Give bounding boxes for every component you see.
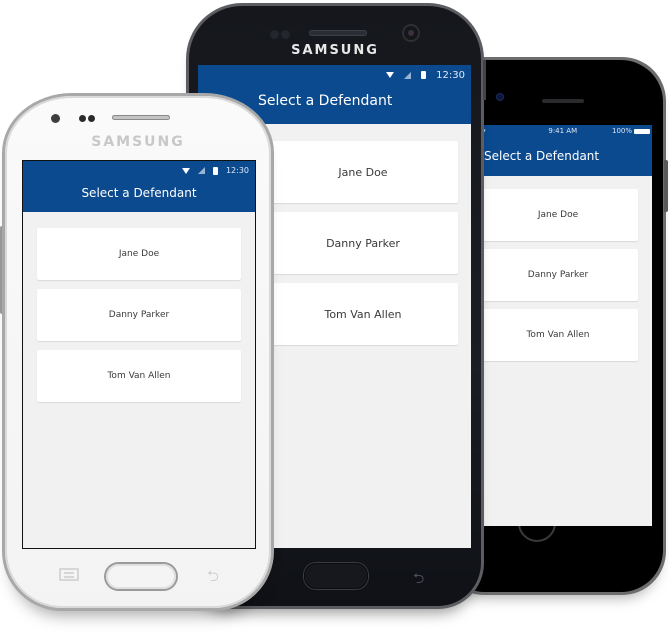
back-icon[interactable]: ⮌ xyxy=(207,566,219,591)
status-time: 12:30 xyxy=(436,69,465,81)
status-bar: 12:30 xyxy=(198,65,471,85)
defendant-name: Tom Van Allen xyxy=(324,307,402,321)
back-icon[interactable]: ⮌ xyxy=(413,568,424,592)
side-button xyxy=(664,160,668,212)
page-title: Select a Defendant xyxy=(81,186,197,200)
brand-logo: SAMSUNG xyxy=(291,43,379,58)
page-title: Select a Defendant xyxy=(258,93,393,109)
wifi-icon xyxy=(386,72,395,78)
defendant-name: Jane Doe xyxy=(537,210,579,220)
signal-icon xyxy=(197,167,205,174)
app-bar: 12:30 Select a Defendant xyxy=(23,161,255,212)
app-bar: ▾ 9:41 AM 100% Select a Defendant xyxy=(470,125,652,176)
earpiece-speaker xyxy=(309,30,367,36)
home-button[interactable] xyxy=(304,563,368,589)
status-time: 9:41 AM xyxy=(548,127,578,135)
menu-icon[interactable] xyxy=(59,568,79,581)
status-time: 12:30 xyxy=(225,166,249,175)
battery-icon xyxy=(212,166,218,175)
battery-icon xyxy=(634,128,650,134)
status-bar: ▾ 9:41 AM 100% xyxy=(470,125,652,137)
defendant-name: Danny Parker xyxy=(527,270,589,280)
sensor-icon xyxy=(281,30,290,39)
battery-icon xyxy=(421,71,427,79)
defendant-name: Jane Doe xyxy=(338,165,388,179)
defendant-item-jane-doe[interactable]: Jane Doe xyxy=(37,228,241,280)
home-button[interactable] xyxy=(106,564,176,589)
side-button xyxy=(483,60,486,100)
iphone-screen: ▾ 9:41 AM 100% Select a Defendant Jane D… xyxy=(470,125,652,526)
earpiece-speaker xyxy=(542,99,584,103)
defendant-name: Tom Van Allen xyxy=(526,330,590,340)
defendant-name: Jane Doe xyxy=(118,249,160,259)
battery-group: 100% xyxy=(612,127,650,135)
defendant-item-danny-parker[interactable]: Danny Parker xyxy=(478,249,638,301)
defendant-item-tom-van-allen[interactable]: Tom Van Allen xyxy=(37,350,241,402)
brand-logo: SAMSUNG xyxy=(91,134,185,150)
signal-icon xyxy=(404,71,412,79)
front-camera-icon xyxy=(497,94,503,100)
defendant-name: Danny Parker xyxy=(326,236,400,250)
page-title: Select a Defendant xyxy=(484,149,600,163)
defendant-name: Tom Van Allen xyxy=(107,371,171,381)
defendant-item-tom-van-allen[interactable]: Tom Van Allen xyxy=(478,309,638,361)
galaxy-white-screen: 12:30 Select a Defendant Jane Doe Danny … xyxy=(23,161,255,548)
status-bar: 12:30 xyxy=(23,161,255,180)
defendant-name: Danny Parker xyxy=(108,310,170,320)
defendant-item-jane-doe[interactable]: Jane Doe xyxy=(478,189,638,241)
defendant-item-danny-parker[interactable]: Danny Parker xyxy=(37,289,241,341)
sensor-icon xyxy=(270,30,279,39)
front-camera-icon xyxy=(51,114,60,123)
sensor-icon xyxy=(88,115,95,122)
sensor-icon xyxy=(79,115,86,122)
earpiece-speaker xyxy=(112,115,170,120)
battery-percent: 100% xyxy=(611,127,632,135)
wifi-icon xyxy=(181,167,190,174)
front-camera-icon xyxy=(404,26,418,40)
